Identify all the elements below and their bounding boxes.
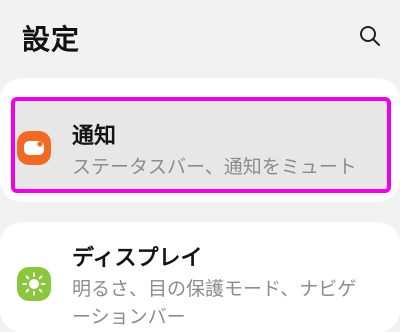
page-title: 設定 [22,23,81,56]
search-icon [360,26,380,46]
brightness-icon [17,267,51,301]
settings-item-title: ディスプレイ [72,246,203,271]
settings-item-subtitle-continued: ーションバー [72,306,186,328]
settings-item-title: 通知 [72,124,117,149]
settings-item-subtitle: ステータスバー、通知をミュート [72,156,357,178]
search-button[interactable] [352,18,388,54]
settings-item-subtitle: 明るさ、目の保護モード、ナビゲ [72,278,357,300]
app-header: 設定 [0,0,400,70]
notification-icon [17,131,51,165]
